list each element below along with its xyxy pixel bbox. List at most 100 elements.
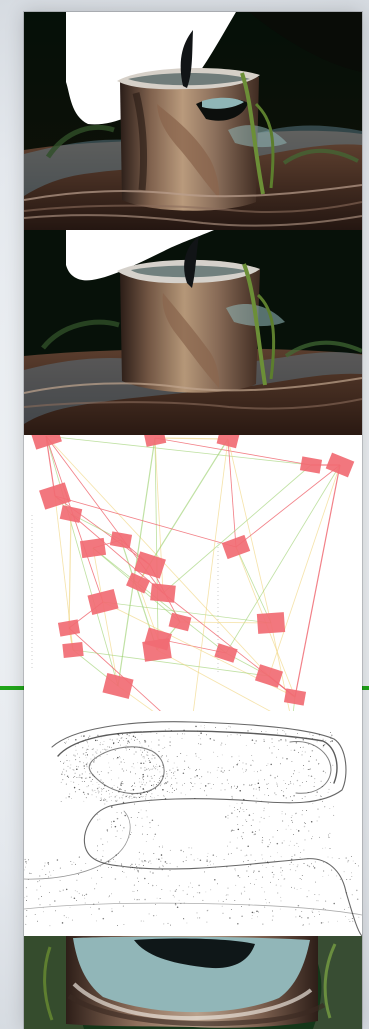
- point-cloud-dot: [77, 766, 79, 768]
- point-cloud-dot: [268, 816, 270, 817]
- point-cloud-dot: [152, 838, 154, 840]
- point-cloud-dot: [105, 749, 107, 751]
- point-cloud-dot: [241, 905, 242, 907]
- point-cloud-dot: [111, 826, 112, 828]
- point-cloud-dot: [81, 781, 83, 782]
- point-cloud-dot: [131, 766, 133, 768]
- point-cloud-dot: [102, 749, 104, 750]
- point-cloud-dot: [119, 901, 121, 903]
- point-cloud-dot: [82, 747, 84, 749]
- point-cloud-dot: [131, 794, 133, 795]
- point-cloud-dot: [105, 799, 107, 801]
- point-cloud-dot: [117, 742, 119, 743]
- point-cloud-dot: [225, 728, 227, 730]
- point-cloud-dot: [272, 866, 274, 868]
- point-cloud-dot: [139, 778, 141, 779]
- point-cloud-dot: [123, 924, 125, 926]
- point-cloud-dot: [248, 814, 251, 816]
- point-cloud-dot: [145, 796, 147, 798]
- point-cloud-dot: [160, 756, 163, 758]
- point-cloud-dot: [157, 824, 159, 826]
- point-cloud-dot: [274, 860, 276, 862]
- point-cloud-dot: [81, 773, 83, 775]
- point-cloud-dot: [161, 857, 163, 859]
- point-cloud-dot: [227, 817, 229, 819]
- point-cloud-dot: [301, 782, 303, 784]
- point-cloud-dot: [266, 765, 268, 767]
- point-cloud-dot: [308, 923, 310, 925]
- point-cloud-dot: [100, 770, 102, 772]
- point-cloud-dot: [138, 864, 140, 866]
- point-cloud-dot: [121, 737, 123, 739]
- point-cloud-dot: [141, 833, 143, 835]
- point-cloud-dot: [26, 910, 28, 912]
- point-cloud-dot: [166, 770, 167, 772]
- point-cloud-dot: [251, 918, 253, 920]
- point-cloud-dot: [258, 786, 261, 789]
- point-cloud-dot: [227, 845, 229, 847]
- point-cloud-dot: [128, 796, 130, 798]
- point-cloud-dot: [173, 762, 175, 764]
- point-cloud-dot: [141, 733, 143, 735]
- point-cloud-dot: [144, 767, 146, 769]
- point-cloud-dot: [328, 837, 330, 839]
- point-cloud-dot: [221, 742, 223, 744]
- point-cloud-dot: [285, 738, 287, 740]
- point-cloud-dot: [224, 789, 226, 791]
- point-cloud-dot: [124, 814, 126, 817]
- point-cloud-dot: [283, 879, 285, 881]
- point-cloud-dot: [156, 885, 157, 887]
- point-cloud-dot: [311, 910, 313, 912]
- point-cloud-dot: [258, 789, 260, 791]
- point-cloud-dot: [269, 774, 272, 777]
- point-cloud-dot: [90, 758, 92, 760]
- point-cloud-dot: [70, 860, 72, 862]
- point-cloud-dot: [221, 767, 223, 769]
- point-cloud-dot: [253, 795, 255, 797]
- point-cloud-dot: [227, 783, 229, 785]
- point-cloud-dot: [148, 758, 150, 760]
- point-cloud-dot: [224, 743, 226, 745]
- point-cloud-dot: [190, 778, 192, 779]
- point-cloud-dot: [69, 793, 71, 795]
- point-cloud-dot: [149, 780, 151, 782]
- point-cloud-dot: [85, 763, 88, 765]
- point-cloud-dot: [315, 795, 317, 796]
- point-cloud-dot: [96, 781, 98, 783]
- point-cloud-dot: [147, 751, 149, 753]
- point-cloud-dot: [198, 892, 201, 894]
- point-cloud-dot: [306, 896, 308, 898]
- point-cloud-dot: [156, 733, 158, 734]
- point-cloud-dot: [322, 847, 324, 849]
- point-cloud-dot: [280, 856, 282, 858]
- point-cloud-dot: [233, 829, 235, 831]
- point-cloud-dot: [322, 744, 325, 747]
- point-cloud-dot: [320, 780, 322, 782]
- point-cloud-dot: [323, 861, 324, 863]
- point-cloud-dot: [132, 794, 134, 796]
- point-cloud-dot: [295, 916, 297, 918]
- point-cloud-dot: [213, 751, 215, 753]
- point-cloud-dot: [308, 769, 310, 771]
- point-cloud-dot: [230, 734, 232, 736]
- point-cloud-dot: [193, 896, 195, 898]
- point-cloud-dot: [265, 730, 267, 732]
- point-cloud-dot: [147, 883, 149, 884]
- point-cloud-dot: [141, 860, 143, 862]
- point-cloud-dot: [139, 797, 141, 799]
- point-cloud-dot: [295, 812, 297, 814]
- point-cloud-dot: [81, 777, 83, 779]
- point-cloud-dot: [195, 725, 197, 728]
- point-cloud-dot: [162, 747, 164, 749]
- point-cloud-dot: [65, 797, 67, 799]
- point-cloud-dot: [65, 916, 67, 918]
- point-cloud-dot: [132, 763, 134, 765]
- point-cloud-dot: [212, 854, 215, 856]
- point-cloud-dot: [293, 844, 295, 846]
- point-cloud-dot: [151, 884, 154, 887]
- point-cloud-dot: [242, 762, 244, 764]
- point-cloud-dot: [293, 783, 295, 785]
- point-cloud-dot: [270, 881, 271, 883]
- point-cloud-dot: [286, 745, 288, 747]
- point-cloud-dot: [220, 770, 223, 772]
